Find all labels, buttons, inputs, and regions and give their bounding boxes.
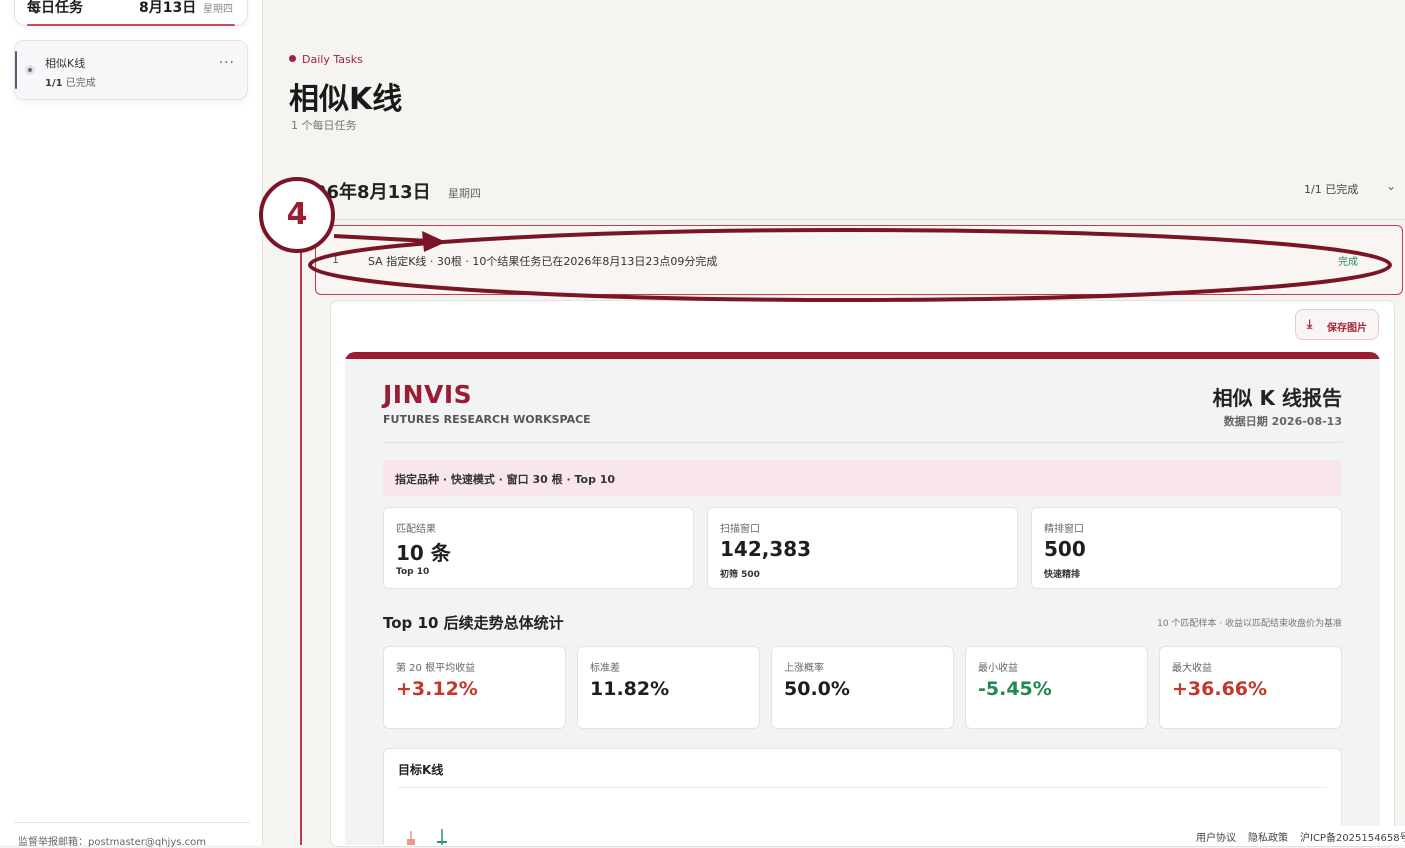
section-tag-label: Daily Tasks <box>302 53 363 66</box>
task-index: 1 <box>332 253 339 266</box>
task-card-rail <box>15 51 17 89</box>
stat-note: 初筛 500 <box>720 570 760 580</box>
stats-section-title: Top 10 后续走势总体统计 <box>383 614 564 632</box>
tag-dot-icon <box>289 55 296 62</box>
stat-label: 匹配结果 <box>396 524 436 535</box>
stat-label: 扫描窗口 <box>720 524 760 535</box>
more-dots-icon[interactable]: ··· <box>219 55 235 71</box>
save-image-button[interactable]: ⤓ 保存图片 <box>1295 309 1379 340</box>
report-date: 数据日期 2026-08-13 <box>1223 415 1342 428</box>
sidebar-header-title: 每日任务 <box>27 0 83 16</box>
footer-links: 用户协议 隐私政策 沪ICP备2025154658号 <box>1190 826 1405 845</box>
chevron-down-icon[interactable]: ⌄ <box>1386 179 1396 193</box>
sidebar-task-card[interactable]: 相似K线 1/1 已完成 ··· <box>14 40 248 100</box>
report-divider <box>383 442 1342 443</box>
task-status-icon <box>25 65 35 75</box>
metric-label: 第 20 根平均收益 <box>396 663 476 674</box>
metric-card-max-return: 最大收益 +36.66% <box>1159 646 1342 729</box>
task-row[interactable]: 1 SA 指定K线 · 30根 · 10个结果任务已在2026年8月13日23点… <box>315 225 1403 295</box>
stat-card-rank-windows: 精排窗口 500 快速精排 <box>1031 507 1342 589</box>
task-description: SA 指定K线 · 30根 · 10个结果任务已在2026年8月13日23点09… <box>368 255 718 268</box>
report-accent-bar <box>345 352 1380 359</box>
stat-note: Top 10 <box>396 567 430 577</box>
sidebar-footer-divider <box>14 822 250 823</box>
stat-value: 10 条 <box>396 541 451 565</box>
report-title: 相似 K 线报告 <box>1212 386 1342 410</box>
brand-subtitle: FUTURES RESEARCH WORKSPACE <box>383 413 591 426</box>
footer-link-icp[interactable]: 沪ICP备2025154658号 <box>1300 829 1405 844</box>
stat-label: 精排窗口 <box>1044 524 1084 535</box>
candle-body <box>437 841 447 843</box>
task-card-progress-count: 1/1 <box>45 78 63 89</box>
stat-value: 142,383 <box>720 537 812 561</box>
sidebar: 每日任务 8月13日 星期四 相似K线 1/1 已完成 ··· 监督举报邮箱：p… <box>0 0 263 848</box>
task-status: 完成 <box>1338 257 1358 268</box>
annotation-number: 4 <box>286 197 308 232</box>
download-icon: ⤓ <box>1307 317 1313 331</box>
sidebar-daily-tasks-header[interactable]: 每日任务 8月13日 星期四 <box>14 0 248 26</box>
stat-card-scan-windows: 扫描窗口 142,383 初筛 500 <box>707 507 1018 589</box>
metric-card-std-dev: 标准差 11.82% <box>577 646 760 729</box>
page-subtitle: 1 个每日任务 <box>291 119 357 132</box>
sidebar-header-underline <box>27 24 235 26</box>
metric-card-up-probability: 上涨概率 50.0% <box>771 646 954 729</box>
footer-link-terms[interactable]: 用户协议 <box>1196 829 1236 844</box>
metric-value: -5.45% <box>978 678 1052 700</box>
date-group-divider <box>300 219 1405 220</box>
task-card-name: 相似K线 <box>45 57 86 70</box>
metric-card-min-return: 最小收益 -5.45% <box>965 646 1148 729</box>
page-title: 相似K线 <box>289 82 403 117</box>
date-group-completion: 1/1 已完成 <box>1304 183 1359 196</box>
metric-value: 50.0% <box>784 678 850 700</box>
metric-label: 上涨概率 <box>784 663 824 674</box>
stat-note: 快速精排 <box>1044 570 1081 580</box>
metric-label: 标准差 <box>590 663 620 674</box>
footer-link-privacy[interactable]: 隐私政策 <box>1248 829 1288 844</box>
metric-label: 最大收益 <box>1172 663 1212 674</box>
task-card-progress-text: 已完成 <box>65 78 96 89</box>
save-image-label: 保存图片 <box>1327 323 1367 334</box>
metric-card-avg-return: 第 20 根平均收益 +3.12% <box>383 646 566 729</box>
report-email: 监督举报邮箱：postmaster@qhjys.com <box>18 837 206 848</box>
sidebar-header-weekday: 星期四 <box>203 4 233 15</box>
timeline-rail <box>300 212 302 845</box>
task-card-progress: 1/1 已完成 <box>45 74 96 89</box>
stat-card-matches: 匹配结果 10 条 Top 10 <box>383 507 694 589</box>
metric-value: +36.66% <box>1172 678 1268 700</box>
params-banner: 指定品种 · 快速模式 · 窗口 30 根 · Top 10 <box>383 460 1342 496</box>
params-text: 指定品种 · 快速模式 · 窗口 30 根 · Top 10 <box>395 473 616 486</box>
metric-label: 最小收益 <box>978 663 1018 674</box>
metric-value: +3.12% <box>396 678 478 700</box>
date-group-date: 26年8月13日 <box>314 182 431 203</box>
candle-body <box>407 839 415 845</box>
brand-logo: JINVIS <box>383 380 473 409</box>
date-group-header[interactable]: 26年8月13日 星期四 1/1 已完成 ⌄ <box>300 170 1405 212</box>
sidebar-header-date: 8月13日 <box>139 0 197 16</box>
date-group-weekday: 星期四 <box>448 187 481 200</box>
report-card: JINVIS FUTURES RESEARCH WORKSPACE 相似 K 线… <box>345 352 1380 845</box>
section-tag: Daily Tasks <box>289 53 363 66</box>
stat-value: 500 <box>1044 537 1086 561</box>
metric-value: 11.82% <box>590 678 670 700</box>
stats-section-note: 10 个匹配样本 · 收益以匹配结束收盘价为基准 <box>1157 619 1342 629</box>
